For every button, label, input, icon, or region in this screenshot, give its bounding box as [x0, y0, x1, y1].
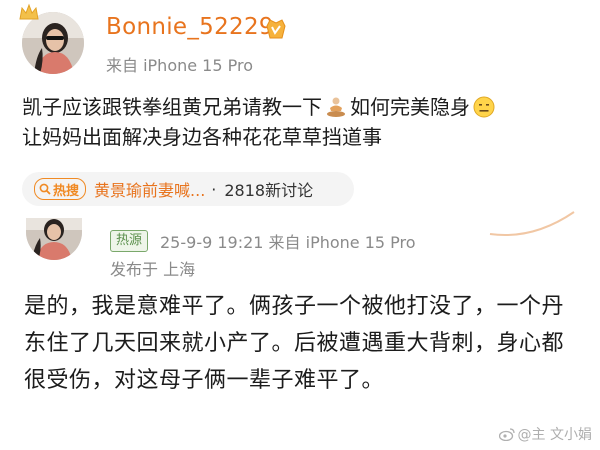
topic-title: 黄景瑜前妻喊... [94, 181, 206, 200]
content-text: 让妈妈出面解决身边各种花花草草挡道事 [22, 125, 382, 149]
avatar[interactable] [22, 12, 84, 74]
meditate-emoji-icon [327, 97, 345, 117]
crown-icon [19, 3, 39, 20]
watermark-text: @主 文小娟 [517, 427, 592, 443]
source-badge: 热源 [110, 230, 149, 252]
username[interactable]: Bonnie_52229 [106, 14, 274, 40]
post-content: 凯子应该跟铁拳组黄兄弟请教一下 如何完美隐身 让妈妈出面解决身边各种花花草草挡道… [22, 92, 582, 152]
hot-search-label: 热搜 [53, 183, 80, 199]
avatar[interactable] [26, 218, 82, 260]
hot-topic-card[interactable]: 热搜 黄景瑜前妻喊... · 2818新讨论 [22, 172, 354, 206]
smile-emoji-icon [473, 96, 495, 118]
vip-badge-icon [266, 19, 286, 39]
topic-count: 2818新讨论 [224, 181, 314, 200]
reply-meta: 25-9-9 19:21 来自 iPhone 15 Pro [160, 233, 416, 252]
topic-dot: · [211, 179, 217, 199]
content-text: 如何完美隐身 [350, 95, 470, 119]
post-meta: 来自 iPhone 15 Pro [106, 56, 254, 75]
bubble-corner-decoration [489, 211, 575, 237]
reply-location: 发布于 上海 [110, 260, 196, 279]
reply-post: 热源 25-9-9 19:21 来自 iPhone 15 Pro 发布于 上海 … [0, 210, 600, 450]
hot-search-icon [39, 183, 51, 195]
watermark: @主 文小娟 [498, 424, 592, 444]
reply-text: 是的，我是意难平了。俩孩子一个被他打没了，一个丹东住了几天回来就小产了。后被遭遇… [24, 294, 565, 393]
content-text: 凯子应该跟铁拳组黄兄弟请教一下 [22, 95, 322, 119]
hot-search-tag: 热搜 [34, 178, 87, 200]
weibo-logo-icon [498, 428, 515, 441]
weibo-post: Bonnie_52229 来自 iPhone 15 Pro 凯子应该跟铁拳组黄兄… [0, 0, 600, 210]
